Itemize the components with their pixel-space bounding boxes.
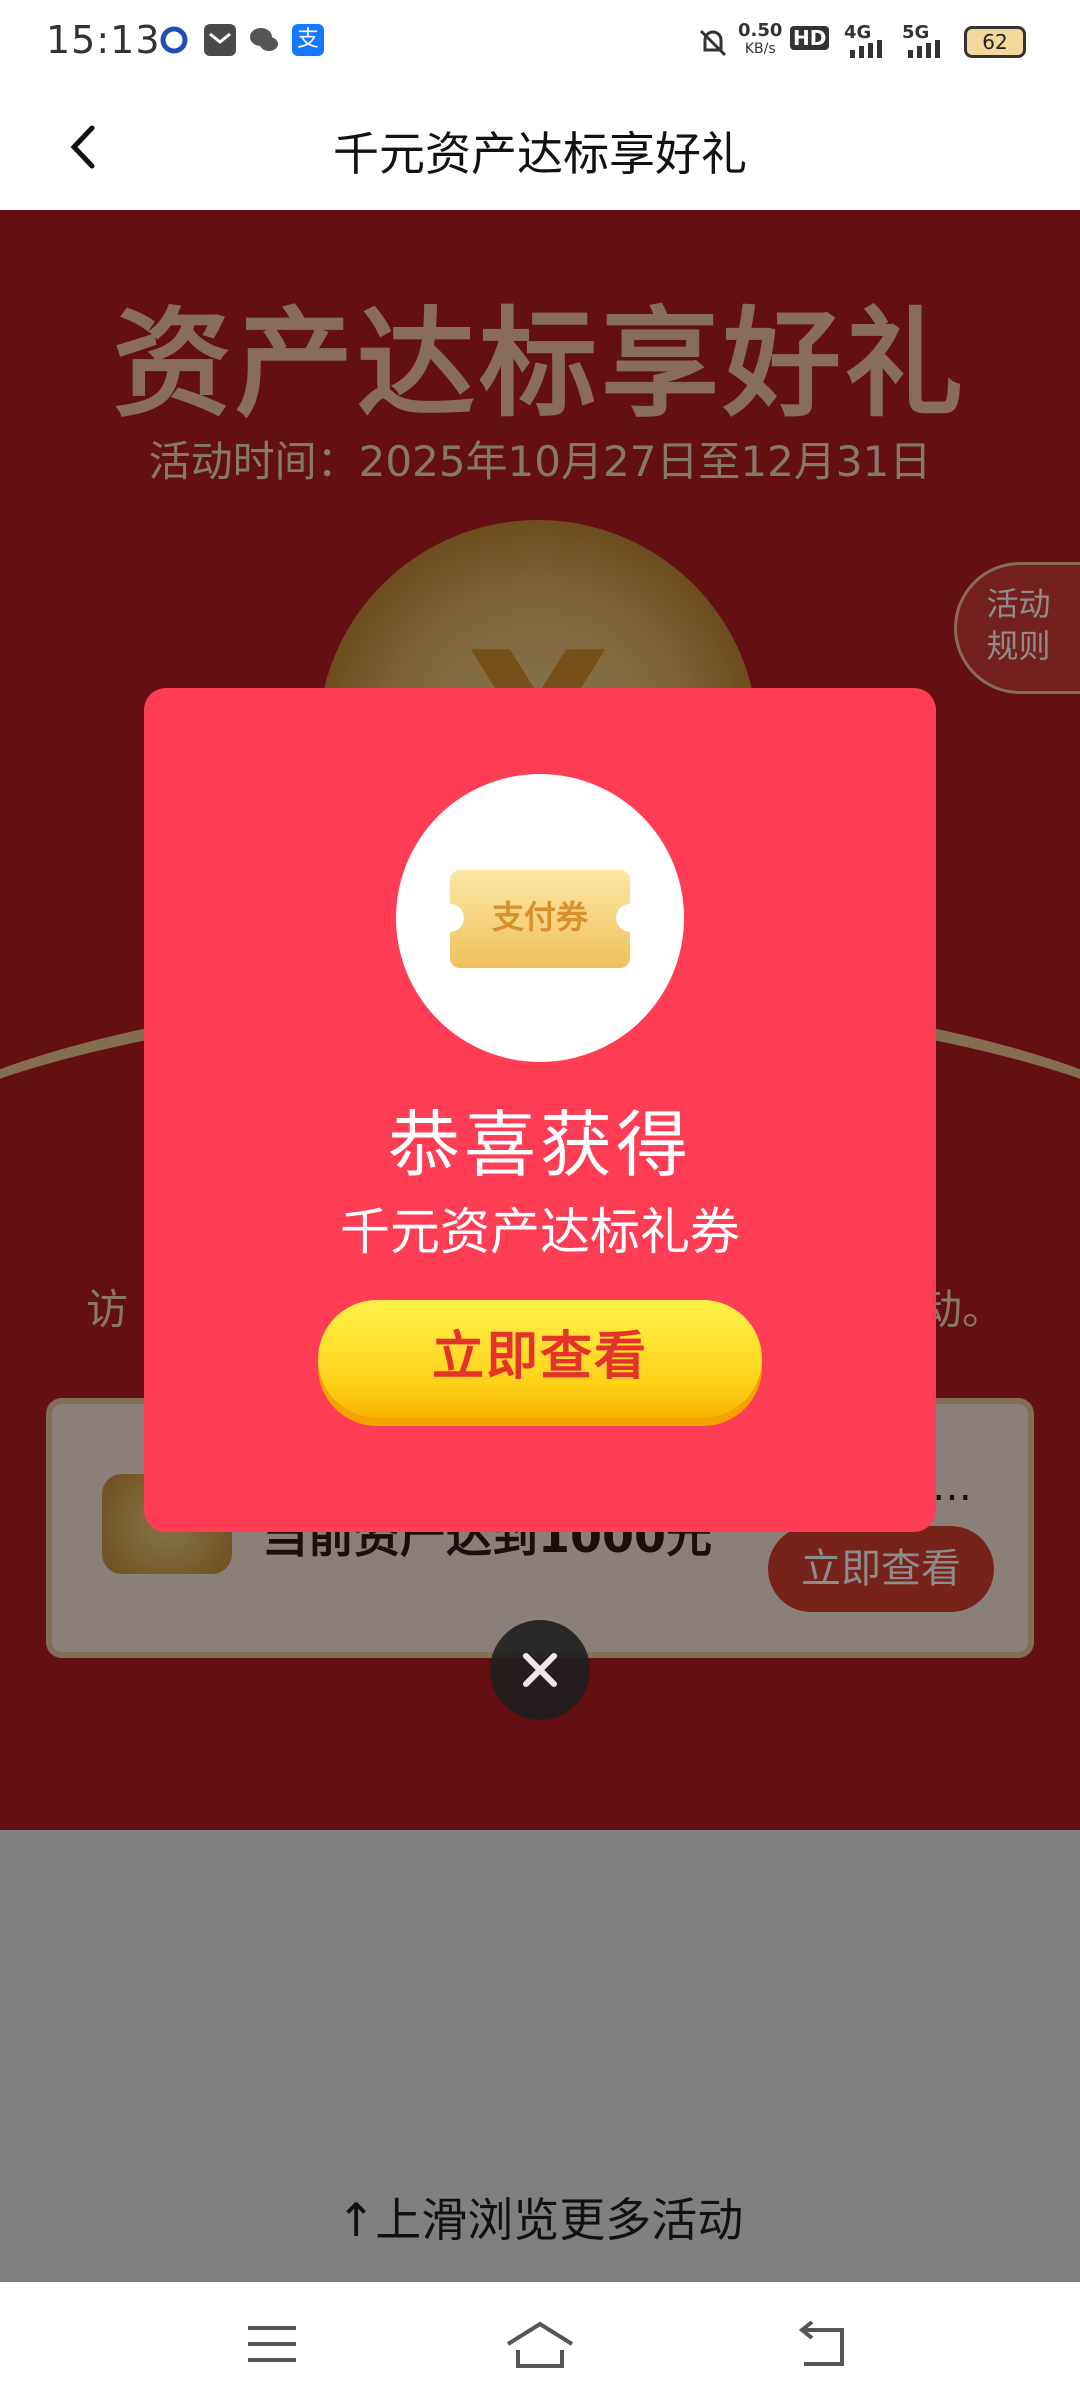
status-bar: 15:13 支 0.50 KB/s HD 4G 5G 62 — [0, 0, 1080, 84]
alipay-icon: 支 — [292, 24, 324, 56]
ticket-label: 支付券 — [491, 898, 588, 936]
home-icon — [506, 2321, 574, 2368]
network-speed: 0.50 — [738, 20, 783, 41]
back-icon — [798, 2320, 844, 2366]
view-now-button[interactable]: 立即查看 — [318, 1300, 762, 1418]
app-header: 千元资产达标享好礼 — [0, 84, 1080, 210]
baidu-icon — [158, 24, 190, 56]
ticket-badge: 支付券 — [396, 774, 684, 1062]
close-dialog-button[interactable] — [490, 1620, 590, 1720]
battery-icon: 62 — [964, 26, 1026, 58]
mute-icon — [696, 26, 730, 64]
prize-name: 千元资产达标礼券 — [340, 1203, 740, 1261]
ticket-icon: 支付券 — [436, 870, 644, 968]
home-nav-button[interactable] — [504, 2320, 576, 2374]
reward-dialog: 支付券 恭喜获得 千元资产达标礼券 立即查看 — [144, 688, 936, 1532]
menu-icon — [248, 2326, 296, 2362]
close-icon — [523, 1653, 557, 1687]
wechat-icon — [248, 24, 280, 56]
congrats-title: 恭喜获得 — [387, 1103, 692, 1187]
signal-icon — [848, 40, 888, 62]
system-nav-bar — [0, 2282, 1080, 2408]
swipe-hint: ↑上滑浏览更多活动 — [336, 2193, 744, 2247]
battery-level: 62 — [982, 30, 1008, 54]
mail-icon — [204, 24, 236, 56]
hd-badge: HD — [790, 26, 830, 50]
network-speed-unit: KB/s — [744, 41, 776, 57]
signal-icon — [906, 40, 946, 62]
status-time: 15:13 — [46, 18, 161, 62]
menu-nav-button[interactable] — [244, 2320, 300, 2372]
page-title: 千元资产达标享好礼 — [333, 127, 747, 181]
back-nav-button[interactable] — [790, 2320, 850, 2374]
